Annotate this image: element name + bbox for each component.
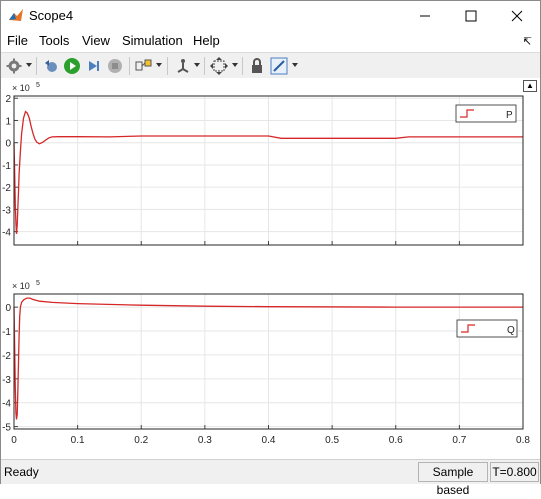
triggers-dropdown-icon[interactable] — [194, 63, 200, 67]
plot-area: ▲ 2 1 0 -1 -2 -3 -4 × 10 5 P 0 -1 -2 -3 -4 -5 0 0.1 0.2 0.3… — [1, 78, 540, 459]
dock-arrow-icon[interactable]: ↸ — [523, 35, 532, 48]
minimize-icon — [420, 15, 430, 17]
step-forward-icon — [89, 61, 99, 71]
x-tick-label: 0.5 — [325, 435, 339, 446]
style-icon — [270, 57, 288, 75]
status-bar: Ready Sample based T=0.800 — [1, 459, 540, 497]
y-exponent-label: × 10 — [12, 83, 30, 93]
close-button[interactable] — [494, 1, 540, 31]
gear-icon — [6, 58, 22, 74]
zoom-fit-button[interactable] — [209, 56, 229, 76]
x-tick-label: 0 — [11, 435, 17, 446]
x-tick-label: 0.2 — [134, 435, 148, 446]
step-forward-button[interactable] — [84, 56, 104, 76]
style-button[interactable] — [269, 56, 289, 76]
run-icon — [64, 58, 80, 74]
triggers-icon — [177, 59, 189, 73]
scope-plots: 210-1-2-3-4× 10 5P0-1-2-3-4-50 0.1 0.2 0.3 0.… — [2, 82, 530, 446]
gear-button[interactable] — [4, 56, 24, 76]
highlight-block-button[interactable] — [134, 56, 154, 76]
toolbar — [1, 52, 540, 79]
x-tick-label: 0.6 — [389, 435, 403, 446]
legend-label: P — [506, 110, 513, 121]
x-tick-label: 0.3 — [198, 435, 212, 446]
y-tick-label: -1 — [2, 327, 11, 338]
y-tick-label: 0 — [5, 303, 11, 314]
y-tick-label: -2 — [2, 351, 11, 362]
lock-axes-button[interactable] — [247, 56, 267, 76]
y-tick-label: -4 — [2, 228, 11, 239]
maximize-icon — [465, 10, 477, 22]
zoom-fit-icon — [210, 57, 228, 75]
y-tick-label: -4 — [2, 399, 11, 410]
matlab-app-icon — [9, 9, 23, 21]
triggers-button[interactable] — [173, 56, 193, 76]
zoom-dropdown-icon[interactable] — [232, 63, 238, 67]
status-time: T=0.800 — [490, 462, 539, 482]
y-tick-label: -5 — [2, 423, 11, 434]
y-tick-label: -3 — [2, 205, 11, 216]
scope-window: Scope4 File Tools View Simulation Help ↸ — [0, 0, 541, 497]
x-tick-label: 0.8 — [516, 435, 530, 446]
menu-file[interactable]: File — [7, 33, 28, 48]
highlight-dropdown-icon[interactable] — [156, 63, 162, 67]
undock-icon[interactable]: ▲ — [523, 80, 537, 92]
toolbar-separator — [36, 57, 37, 75]
title-bar[interactable]: Scope4 — [1, 1, 540, 31]
menu-simulation[interactable]: Simulation — [122, 33, 183, 48]
y-tick-label: 2 — [5, 94, 11, 105]
toolbar-separator — [204, 57, 205, 75]
stop-icon — [108, 59, 122, 73]
toolbar-separator — [167, 57, 168, 75]
menu-view[interactable]: View — [82, 33, 110, 48]
lock-axes-icon — [252, 58, 262, 73]
maximize-button[interactable] — [448, 1, 494, 31]
close-icon — [511, 10, 523, 22]
gear-dropdown-icon[interactable] — [26, 63, 32, 67]
toolbar-separator — [129, 57, 130, 75]
toolbar-separator — [242, 57, 243, 75]
status-ready: Ready — [4, 465, 39, 479]
legend-label: Q — [507, 325, 515, 336]
restore-config-button[interactable] — [41, 56, 61, 76]
y-tick-label: -2 — [2, 183, 11, 194]
menu-tools[interactable]: Tools — [39, 33, 69, 48]
x-tick-label: 0.1 — [71, 435, 85, 446]
y-exponent-power: 5 — [36, 82, 40, 89]
axes-1: 2 1 0 -1 -2 -3 -4 × 10 5 P — [2, 82, 524, 246]
highlight-block-icon — [135, 59, 152, 71]
stop-button[interactable] — [105, 56, 125, 76]
y-tick-label: -3 — [2, 375, 11, 386]
window-title: Scope4 — [29, 8, 74, 23]
y-tick-label: -1 — [2, 161, 11, 172]
minimize-button[interactable] — [402, 1, 448, 31]
y-exponent-power: 5 — [36, 280, 40, 287]
y-tick-label: 1 — [5, 116, 11, 127]
restore-config-icon — [45, 60, 57, 72]
run-button[interactable] — [62, 56, 82, 76]
x-tick-label: 0.4 — [262, 435, 276, 446]
status-sample-mode: Sample based — [418, 462, 488, 497]
style-dropdown-icon[interactable] — [292, 63, 298, 67]
menu-help[interactable]: Help — [193, 33, 220, 48]
axes-2: 0-1-2-3-4-50 0.1 0.2 0.3 0.4 0.5 0.6 0.7 0.8× 10… — [2, 280, 530, 446]
menu-bar: File Tools View Simulation Help ↸ — [1, 31, 540, 52]
x-tick-label: 0.7 — [452, 435, 466, 446]
y-exponent-label: × 10 — [12, 281, 30, 291]
y-tick-label: 0 — [5, 139, 11, 150]
